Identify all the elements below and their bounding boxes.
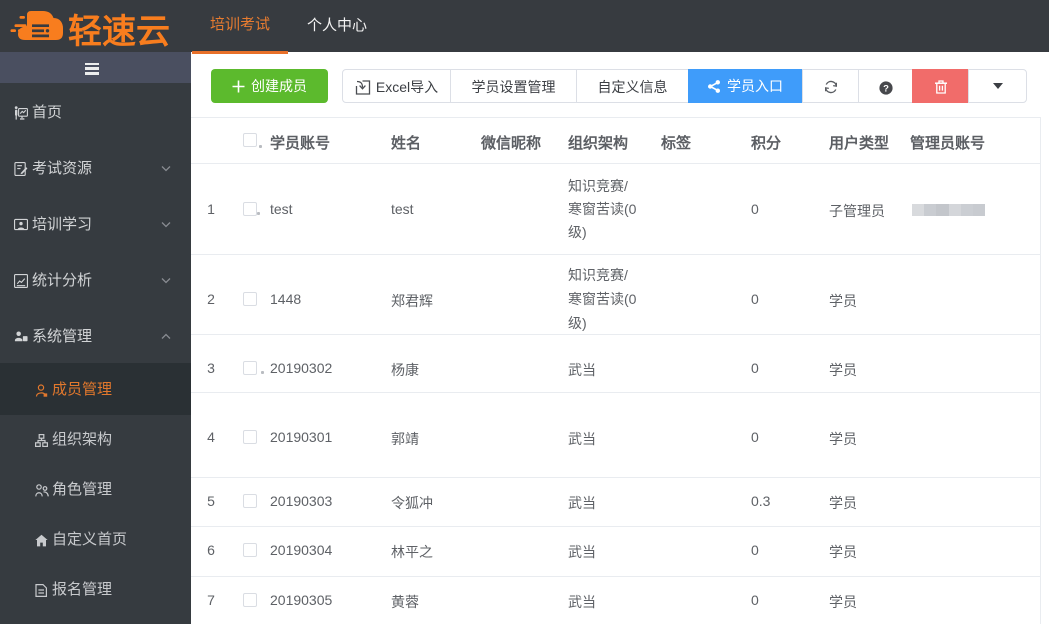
svg-text:?: ? — [883, 83, 889, 94]
